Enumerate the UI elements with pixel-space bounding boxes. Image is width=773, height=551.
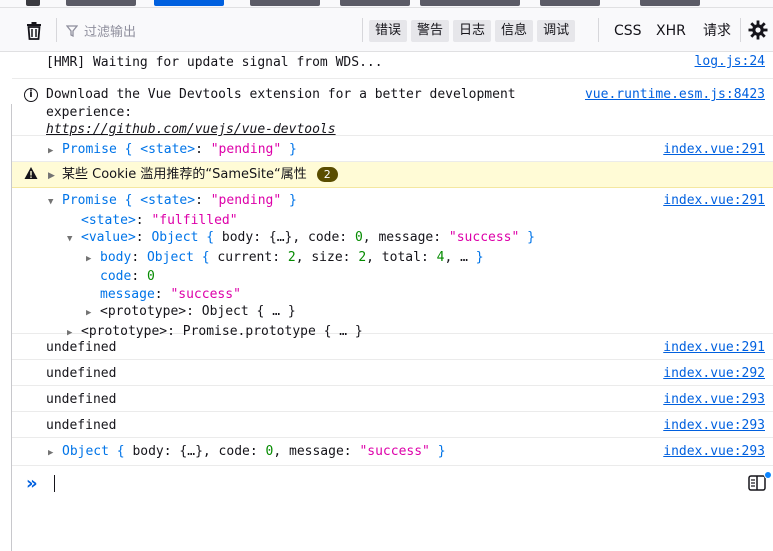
console-output: [HMR] Waiting for update signal from WDS… [12,53,773,466]
filter-xhr-button[interactable]: XHR [656,20,686,42]
gear-icon[interactable] [748,20,768,40]
level-debug-button[interactable]: 调试 [537,20,576,42]
expand-toggle-icon[interactable]: ▶ [48,445,58,463]
log-message: undefined index.vue:291 [12,334,773,360]
log-message: undefined index.vue:293 [12,412,773,438]
source-link[interactable]: index.vue:293 [663,443,765,461]
info-message: i Download the Vue Devtools extension fo… [12,79,773,137]
level-errors-button[interactable]: 错误 [369,20,408,42]
expand-toggle-icon[interactable]: ▶ [48,168,58,186]
value-summary: body: {…}, code: 0, message: "success" [221,230,520,245]
source-link[interactable]: index.vue:291 [663,141,765,159]
toolbar-separator [598,18,599,42]
filter-box[interactable]: 过滤输出 [66,21,136,40]
expand-toggle-icon[interactable]: ▶ [86,305,96,323]
filter-requests-button[interactable]: 请求 [703,20,731,42]
repeat-count-badge: 2 [316,167,338,182]
notification-dot [764,471,772,479]
level-info-button[interactable]: 信息 [495,20,534,42]
level-warnings-button[interactable]: 警告 [411,20,450,42]
source-link[interactable]: index.vue:291 [663,192,765,210]
toolbar-separator [56,18,57,42]
source-link[interactable]: log.js:24 [695,53,765,71]
editor-mode-icon[interactable] [748,475,766,491]
log-message-promise: ▶ Promise { <state>: "pending" } index.vu… [12,136,773,162]
console-input[interactable]: » [12,468,773,498]
log-message-object: ▶ Object { body: {…}, code: 0, message: "… [12,438,773,466]
expand-toggle-icon[interactable]: ▶ [86,251,96,269]
log-message: undefined index.vue:292 [12,360,773,386]
info-icon: i [24,88,38,102]
level-logs-button[interactable]: 日志 [453,20,492,42]
trash-icon[interactable] [24,21,44,41]
log-level-filters: 错误 警告 日志 信息 调试 [369,20,576,42]
devtools-tab-strip [0,0,773,8]
source-link[interactable]: index.vue:293 [663,417,765,435]
devtools-link[interactable]: https://github.com/vuejs/vue-devtools [46,122,336,137]
expand-toggle-icon[interactable]: ▶ [48,143,58,161]
collapse-toggle-icon[interactable]: ▼ [48,194,58,212]
filter-css-button[interactable]: CSS [614,20,642,42]
toolbar-separator [362,18,363,42]
source-link[interactable]: index.vue:291 [663,339,765,357]
source-link[interactable]: vue.runtime.esm.js:8423 [585,86,765,104]
log-message-promise-expanded: ▼ Promise { <state>: "pending" } <state>:… [12,188,773,339]
warning-icon [24,167,38,179]
toolbar-separator [740,18,741,42]
chevron-prompt-icon: » [26,473,38,494]
console-toolbar: 过滤输出 错误 警告 日志 信息 调试 CSS XHR 请求 [0,8,773,52]
warning-message[interactable]: ▶ 某些 Cookie 滥用推荐的“SameSite“属性 2 [12,162,773,188]
source-link[interactable]: index.vue:292 [663,365,765,383]
log-message: [HMR] Waiting for update signal from WDS… [12,53,773,79]
input-caret [54,475,55,492]
filter-input[interactable]: 过滤输出 [84,21,136,40]
log-message: undefined index.vue:293 [12,386,773,412]
source-link[interactable]: index.vue:293 [663,391,765,409]
filter-icon [66,24,78,37]
collapse-toggle-icon[interactable]: ▼ [67,231,77,249]
